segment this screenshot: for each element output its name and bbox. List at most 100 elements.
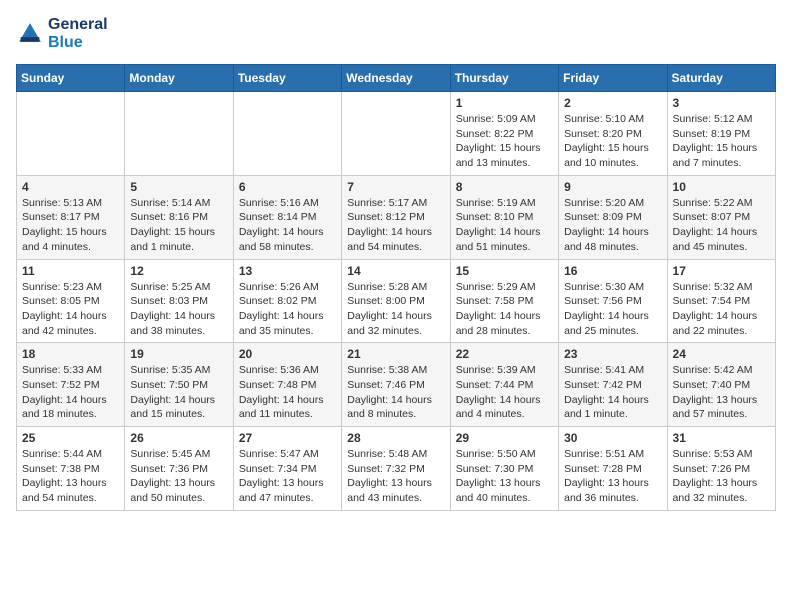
day-number: 7 [347,180,444,194]
day-number: 15 [456,264,553,278]
day-cell-3: 3 Sunrise: 5:12 AMSunset: 8:19 PMDaylight… [667,92,775,176]
day-info: Sunrise: 5:09 AMSunset: 8:22 PMDaylight:… [456,112,553,171]
day-cell-5: 5Sunrise: 5:14 AMSunset: 8:16 PMDaylight… [125,175,233,259]
day-info: Sunrise: 5:17 AMSunset: 8:12 PMDaylight:… [347,196,444,255]
day-cell-25: 25Sunrise: 5:44 AMSunset: 7:38 PMDayligh… [17,427,125,511]
day-info: Sunrise: 5:28 AMSunset: 8:00 PMDaylight:… [347,280,444,339]
calendar-header: SundayMondayTuesdayWednesdayThursdayFrid… [17,65,776,92]
day-number: 1 [456,96,553,110]
day-cell-8: 8 Sunrise: 5:19 AMSunset: 8:10 PMDaylight… [450,175,558,259]
day-info: Sunrise: 5:30 AMSunset: 7:56 PMDaylight:… [564,280,661,339]
day-cell-11: 11 Sunrise: 5:23 AMSunset: 8:05 PMDayligh… [17,259,125,343]
week-row-3: 11 Sunrise: 5:23 AMSunset: 8:05 PMDayligh… [17,259,776,343]
logo: General Blue [16,16,108,52]
logo-icon [16,20,44,48]
day-cell-23: 23 Sunrise: 5:41 AMSunset: 7:42 PMDayligh… [559,343,667,427]
day-cell-13: 13 Sunrise: 5:26 AMSunset: 8:02 PMDayligh… [233,259,341,343]
day-number: 9 [564,180,661,194]
day-info: Sunrise: 5:20 AMSunset: 8:09 PMDaylight:… [564,196,661,255]
day-info: Sunrise: 5:13 AMSunset: 8:17 PMDaylight:… [22,196,119,255]
day-cell-22: 22 Sunrise: 5:39 AMSunset: 7:44 PMDayligh… [450,343,558,427]
day-info: Sunrise: 5:19 AMSunset: 8:10 PMDaylight:… [456,196,553,255]
day-info: Sunrise: 5:32 AMSunset: 7:54 PMDaylight:… [673,280,770,339]
day-cell-18: 18Sunrise: 5:33 AMSunset: 7:52 PMDayligh… [17,343,125,427]
day-info: Sunrise: 5:44 AMSunset: 7:38 PMDaylight:… [22,447,119,506]
day-number: 19 [130,347,227,361]
day-cell-2: 2Sunrise: 5:10 AMSunset: 8:20 PMDaylight… [559,92,667,176]
page-header: General Blue [16,16,776,52]
day-info: Sunrise: 5:22 AMSunset: 8:07 PMDaylight:… [673,196,770,255]
day-cell-1: 1 Sunrise: 5:09 AMSunset: 8:22 PMDaylight… [450,92,558,176]
day-cell-6: 6 Sunrise: 5:16 AMSunset: 8:14 PMDaylight… [233,175,341,259]
day-info: Sunrise: 5:51 AMSunset: 7:28 PMDaylight:… [564,447,661,506]
day-info: Sunrise: 5:35 AMSunset: 7:50 PMDaylight:… [130,363,227,422]
header-day-saturday: Saturday [667,65,775,92]
day-number: 11 [22,264,119,278]
day-info: Sunrise: 5:25 AMSunset: 8:03 PMDaylight:… [130,280,227,339]
day-cell-31: 31 Sunrise: 5:53 AMSunset: 7:26 PMDayligh… [667,427,775,511]
header-day-thursday: Thursday [450,65,558,92]
day-number: 31 [673,431,770,445]
day-number: 13 [239,264,336,278]
day-cell-27: 27 Sunrise: 5:47 AMSunset: 7:34 PMDayligh… [233,427,341,511]
day-cell-empty [342,92,450,176]
day-info: Sunrise: 5:36 AMSunset: 7:48 PMDaylight:… [239,363,336,422]
day-number: 26 [130,431,227,445]
day-info: Sunrise: 5:48 AMSunset: 7:32 PMDaylight:… [347,447,444,506]
day-info: Sunrise: 5:41 AMSunset: 7:42 PMDaylight:… [564,363,661,422]
day-cell-empty [125,92,233,176]
day-cell-7: 7 Sunrise: 5:17 AMSunset: 8:12 PMDaylight… [342,175,450,259]
day-number: 14 [347,264,444,278]
day-info: Sunrise: 5:12 AMSunset: 8:19 PMDaylight:… [673,112,770,171]
day-number: 3 [673,96,770,110]
day-number: 20 [239,347,336,361]
day-cell-10: 10Sunrise: 5:22 AMSunset: 8:07 PMDayligh… [667,175,775,259]
day-cell-empty [17,92,125,176]
header-day-sunday: Sunday [17,65,125,92]
day-number: 6 [239,180,336,194]
day-info: Sunrise: 5:29 AMSunset: 7:58 PMDaylight:… [456,280,553,339]
header-row: SundayMondayTuesdayWednesdayThursdayFrid… [17,65,776,92]
day-info: Sunrise: 5:26 AMSunset: 8:02 PMDaylight:… [239,280,336,339]
day-info: Sunrise: 5:39 AMSunset: 7:44 PMDaylight:… [456,363,553,422]
day-info: Sunrise: 5:47 AMSunset: 7:34 PMDaylight:… [239,447,336,506]
calendar-body: 1 Sunrise: 5:09 AMSunset: 8:22 PMDaylight… [17,92,776,511]
calendar-table: SundayMondayTuesdayWednesdayThursdayFrid… [16,64,776,511]
day-info: Sunrise: 5:45 AMSunset: 7:36 PMDaylight:… [130,447,227,506]
day-number: 5 [130,180,227,194]
day-number: 21 [347,347,444,361]
day-info: Sunrise: 5:10 AMSunset: 8:20 PMDaylight:… [564,112,661,171]
header-day-monday: Monday [125,65,233,92]
day-cell-empty [233,92,341,176]
day-info: Sunrise: 5:38 AMSunset: 7:46 PMDaylight:… [347,363,444,422]
day-number: 4 [22,180,119,194]
day-cell-19: 19 Sunrise: 5:35 AMSunset: 7:50 PMDayligh… [125,343,233,427]
day-cell-9: 9 Sunrise: 5:20 AMSunset: 8:09 PMDaylight… [559,175,667,259]
day-cell-24: 24 Sunrise: 5:42 AMSunset: 7:40 PMDayligh… [667,343,775,427]
day-number: 16 [564,264,661,278]
week-row-1: 1 Sunrise: 5:09 AMSunset: 8:22 PMDaylight… [17,92,776,176]
day-info: Sunrise: 5:23 AMSunset: 8:05 PMDaylight:… [22,280,119,339]
day-number: 29 [456,431,553,445]
day-number: 24 [673,347,770,361]
day-cell-12: 12 Sunrise: 5:25 AMSunset: 8:03 PMDayligh… [125,259,233,343]
day-info: Sunrise: 5:42 AMSunset: 7:40 PMDaylight:… [673,363,770,422]
day-info: Sunrise: 5:33 AMSunset: 7:52 PMDaylight:… [22,363,119,422]
day-number: 17 [673,264,770,278]
day-number: 22 [456,347,553,361]
day-cell-15: 15 Sunrise: 5:29 AMSunset: 7:58 PMDayligh… [450,259,558,343]
day-number: 8 [456,180,553,194]
day-number: 12 [130,264,227,278]
logo-text: General Blue [48,16,108,52]
day-cell-30: 30Sunrise: 5:51 AMSunset: 7:28 PMDayligh… [559,427,667,511]
day-info: Sunrise: 5:53 AMSunset: 7:26 PMDaylight:… [673,447,770,506]
day-number: 23 [564,347,661,361]
day-info: Sunrise: 5:16 AMSunset: 8:14 PMDaylight:… [239,196,336,255]
day-cell-26: 26 Sunrise: 5:45 AMSunset: 7:36 PMDayligh… [125,427,233,511]
header-day-friday: Friday [559,65,667,92]
week-row-2: 4 Sunrise: 5:13 AMSunset: 8:17 PMDaylight… [17,175,776,259]
day-cell-4: 4 Sunrise: 5:13 AMSunset: 8:17 PMDaylight… [17,175,125,259]
header-day-wednesday: Wednesday [342,65,450,92]
header-day-tuesday: Tuesday [233,65,341,92]
day-number: 27 [239,431,336,445]
